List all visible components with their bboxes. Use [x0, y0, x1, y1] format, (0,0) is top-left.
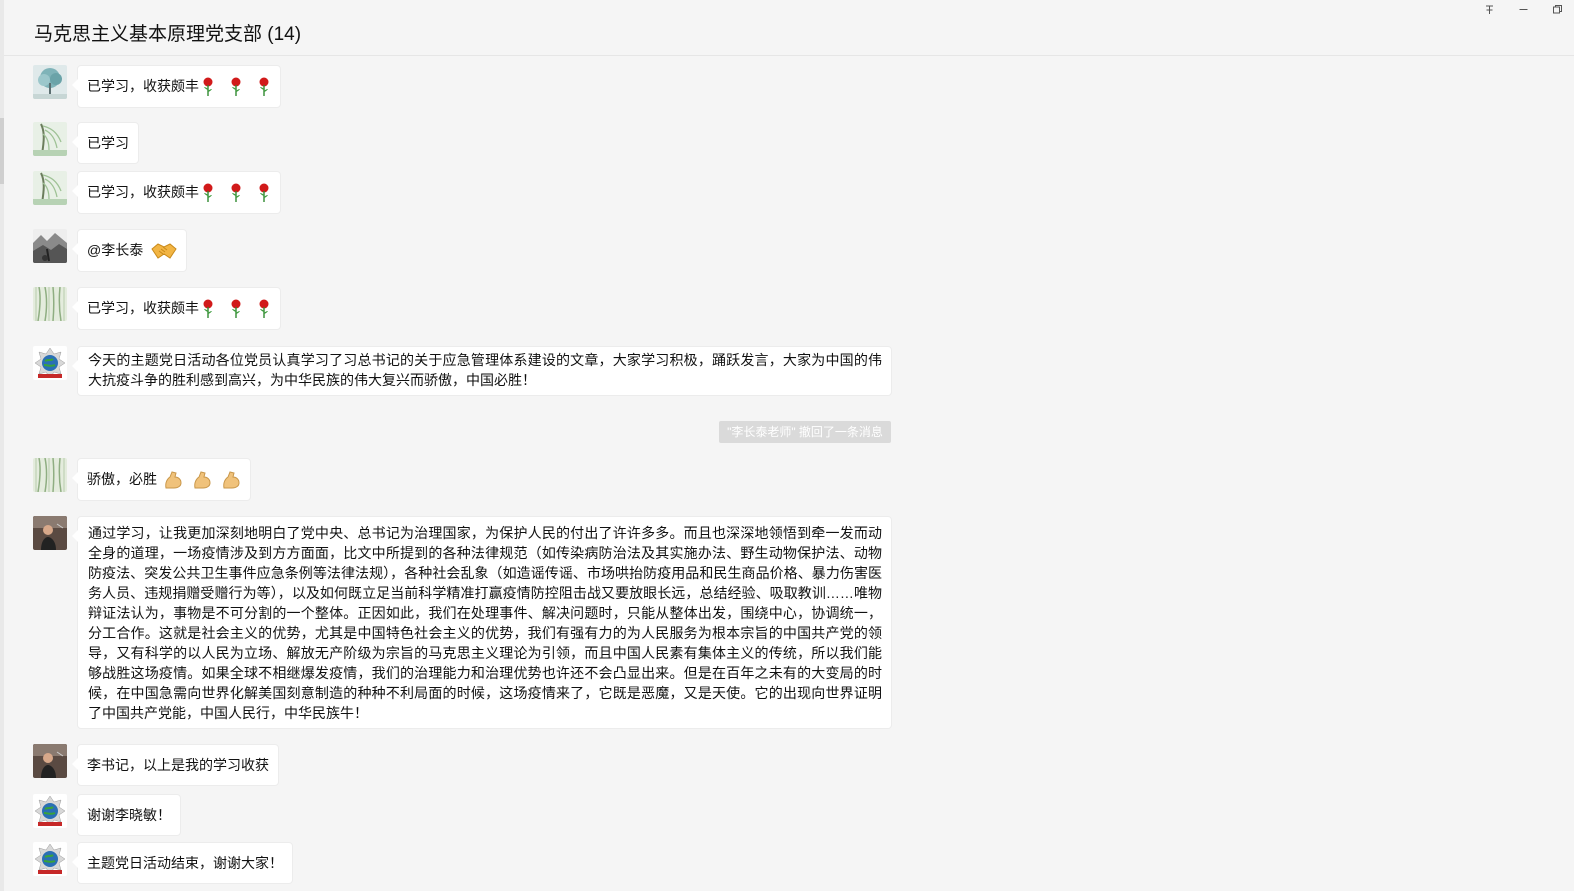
- chat-window: 马克思主义基本原理党支部 (14) 已学习，收获颇丰 已学习 已学习，收获颇丰 …: [0, 0, 1574, 891]
- message-text: 谢谢李晓敏！: [87, 807, 171, 823]
- avatar-globe-emblem[interactable]: [33, 842, 67, 876]
- rose-icon: [259, 183, 269, 203]
- restore-icon[interactable]: [1540, 0, 1574, 18]
- message-bubble[interactable]: 已学习，收获颇丰: [72, 65, 281, 109]
- avatar-ink-landscape[interactable]: [33, 229, 67, 263]
- message-item: 已学习: [33, 122, 139, 164]
- flexed-biceps-icon: [223, 471, 240, 489]
- message-text: @李长泰: [87, 242, 144, 258]
- chat-title: 马克思主义基本原理党支部 (14): [34, 24, 302, 45]
- avatar-willow[interactable]: [33, 171, 67, 205]
- message-text: 通过学习，让我更加深刻地明白了党中央、总书记为治理国家，为保护人民的付出了许许多…: [88, 525, 882, 721]
- message-bubble[interactable]: 骄傲，必胜: [72, 458, 251, 502]
- scrollbar-thumb[interactable]: [0, 118, 4, 184]
- rose-icon: [259, 77, 269, 97]
- message-text: 已学习，收获颇丰: [87, 184, 199, 200]
- message-text: 骄傲，必胜: [87, 471, 157, 487]
- message-text: 已学习: [87, 135, 129, 151]
- message-item: @李长泰: [33, 229, 188, 273]
- avatar-willow[interactable]: [33, 122, 67, 156]
- message-bubble[interactable]: 主题党日活动结束，谢谢大家！: [72, 842, 293, 884]
- message-bubble[interactable]: 已学习，收获颇丰: [72, 287, 281, 331]
- rose-icon: [231, 299, 241, 319]
- message-bubble[interactable]: 谢谢李晓敏！: [72, 794, 181, 836]
- message-item: 主题党日活动结束，谢谢大家！: [33, 842, 293, 884]
- avatar-person-dark[interactable]: [33, 516, 67, 550]
- pin-icon[interactable]: [1472, 0, 1506, 18]
- flexed-biceps-icon: [165, 471, 182, 489]
- message-item: 今天的主题党日活动各位党员认真学习了习总书记的关于应急管理体系建设的文章，大家学…: [33, 346, 892, 396]
- message-bubble[interactable]: 已学习: [72, 122, 139, 164]
- flexed-biceps-icon: [194, 471, 211, 489]
- message-item: 已学习，收获颇丰: [33, 171, 281, 215]
- message-text: 李书记，以上是我的学习收获: [87, 757, 269, 773]
- minimize-icon[interactable]: [1506, 0, 1540, 18]
- message-text: 主题党日活动结束，谢谢大家！: [87, 855, 283, 871]
- rose-icon: [203, 183, 213, 203]
- message-item: 李书记，以上是我的学习收获: [33, 744, 279, 786]
- avatar-person-dark[interactable]: [33, 744, 67, 778]
- rose-icon: [231, 183, 241, 203]
- message-bubble[interactable]: 今天的主题党日活动各位党员认真学习了习总书记的关于应急管理体系建设的文章，大家学…: [72, 346, 892, 396]
- avatar-willow-green[interactable]: [33, 287, 67, 321]
- message-item: 骄傲，必胜: [33, 458, 251, 502]
- message-text: 今天的主题党日活动各位党员认真学习了习总书记的关于应急管理体系建设的文章，大家学…: [88, 352, 882, 388]
- recall-notice: "李长泰老师" 撤回了一条消息: [719, 421, 891, 443]
- avatar-willow-green[interactable]: [33, 458, 67, 492]
- rose-icon: [203, 77, 213, 97]
- handshake-icon: [151, 243, 177, 259]
- rose-icon: [231, 77, 241, 97]
- rose-icon: [203, 299, 213, 319]
- avatar-globe-emblem[interactable]: [33, 346, 67, 380]
- message-bubble[interactable]: 李书记，以上是我的学习收获: [72, 744, 279, 786]
- message-item: 已学习，收获颇丰: [33, 287, 281, 331]
- message-bubble[interactable]: @李长泰: [71, 229, 188, 273]
- message-text: 已学习，收获颇丰: [87, 300, 199, 316]
- message-bubble[interactable]: 通过学习，让我更加深刻地明白了党中央、总书记为治理国家，为保护人民的付出了许许多…: [72, 516, 892, 729]
- rose-icon: [259, 299, 269, 319]
- chat-header: 马克思主义基本原理党支部 (14): [4, 0, 1574, 56]
- message-text: 已学习，收获颇丰: [87, 78, 199, 94]
- message-item: 谢谢李晓敏！: [33, 794, 181, 836]
- message-bubble[interactable]: 已学习，收获颇丰: [72, 171, 281, 215]
- message-item: 已学习，收获颇丰: [33, 65, 281, 109]
- left-scrollbar[interactable]: [0, 0, 4, 891]
- window-controls: [1472, 0, 1574, 18]
- avatar-globe-emblem[interactable]: [33, 794, 67, 828]
- avatar-tree[interactable]: [33, 65, 67, 99]
- message-item: 通过学习，让我更加深刻地明白了党中央、总书记为治理国家，为保护人民的付出了许许多…: [33, 516, 892, 729]
